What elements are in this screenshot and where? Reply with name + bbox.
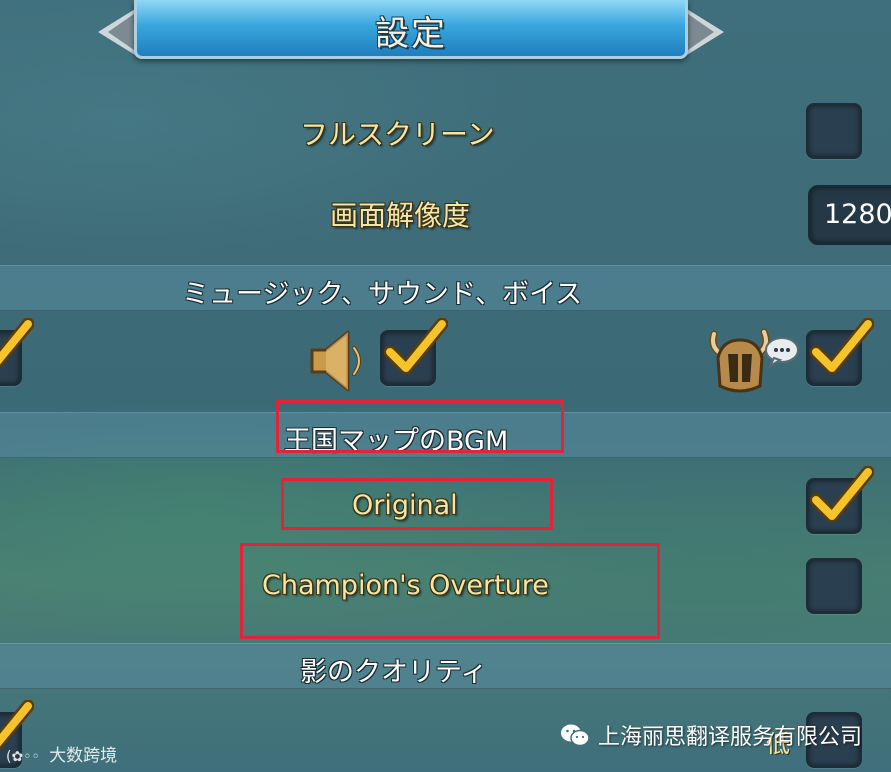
watermark-left-logo-icon: (✿◦◦: [6, 749, 40, 765]
sound-checkbox[interactable]: [380, 318, 448, 386]
checkmark-icon: [810, 466, 874, 523]
settings-header: 設定: [98, 0, 724, 62]
highlight-box-champions-overture: [240, 543, 660, 639]
resolution-label: 画面解像度: [330, 199, 471, 232]
helmet-speech-icon: [709, 328, 799, 393]
voice-checkbox[interactable]: [806, 318, 874, 386]
watermark-right: 上海丽思翻译服务有限公司: [560, 718, 862, 752]
music-checkbox[interactable]: [0, 318, 34, 386]
resolution-dropdown[interactable]: 1280: [808, 185, 891, 245]
highlight-box-bgm-title: [276, 400, 564, 453]
checkmark-icon: [0, 318, 34, 369]
page-title: 設定: [375, 14, 447, 54]
watermark-right-text: 上海丽思翻译服务有限公司: [598, 725, 863, 750]
wechat-icon: [561, 724, 590, 747]
watermark-left: (✿◦◦ 大数跨境: [6, 741, 117, 766]
resolution-value: 1280: [824, 199, 891, 230]
bgm-original-checkbox[interactable]: [806, 466, 874, 534]
fullscreen-label: フルスクリーン: [300, 118, 495, 151]
highlight-box-original: [281, 478, 553, 530]
fullscreen-checkbox[interactable]: [806, 103, 862, 159]
speaker-icon: [310, 330, 361, 392]
audio-section-label: ミュージック、サウンド、ボイス: [182, 279, 583, 310]
checkmark-icon: [810, 318, 874, 375]
bgm-champions-overture-checkbox[interactable]: [806, 558, 862, 614]
watermark-left-text: 大数跨境: [49, 746, 118, 766]
shadow-section-label: 影のクオリティ: [300, 657, 488, 688]
checkmark-icon: [384, 318, 448, 375]
